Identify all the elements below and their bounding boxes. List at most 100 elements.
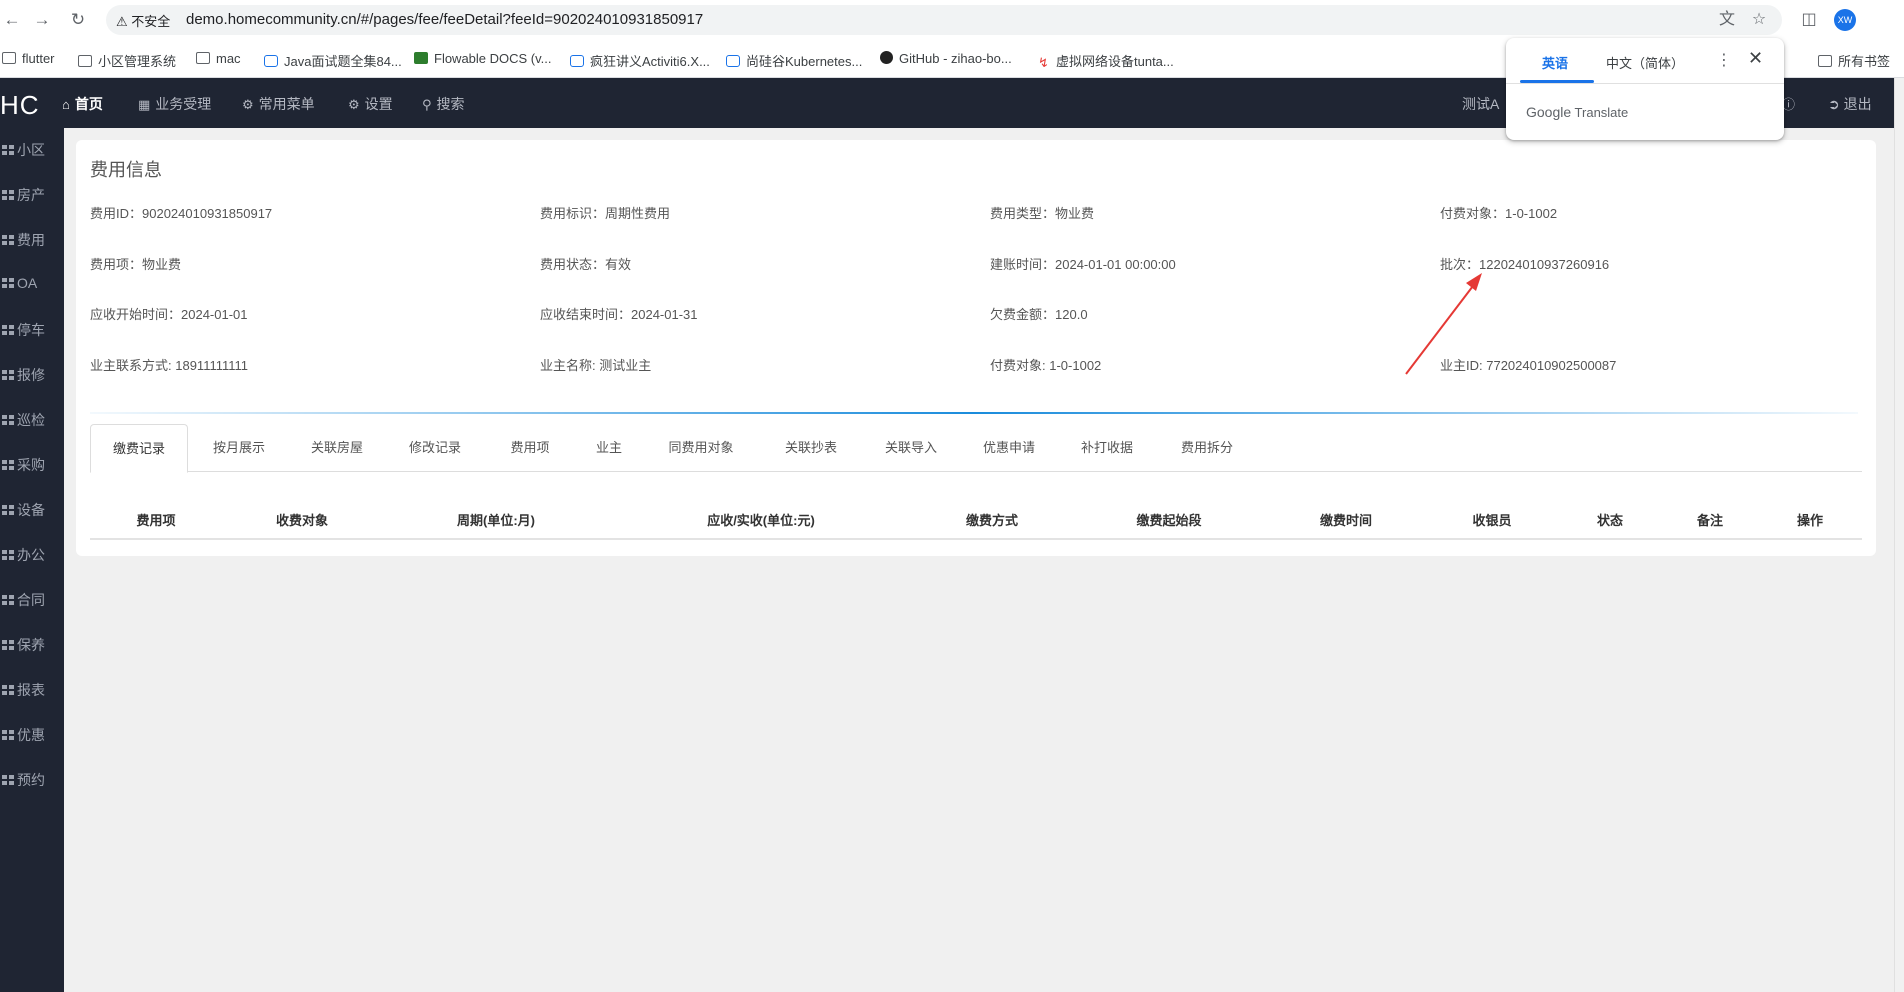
tab-same-payer[interactable]: 同费用对象 bbox=[646, 424, 756, 472]
forward-button[interactable]: → bbox=[30, 8, 54, 32]
translate-button[interactable]: 文 bbox=[1716, 9, 1738, 31]
all-bookmarks[interactable]: 所有书签 bbox=[1818, 51, 1890, 70]
fee-detail-card: 费用信息 费用ID：902024010931850917 费用标识：周期性费用 … bbox=[76, 140, 1876, 556]
sidebar-item-maintenance[interactable]: 保养 bbox=[0, 635, 64, 675]
bolt-icon: ↯ bbox=[1038, 55, 1049, 70]
url-text[interactable]: demo.homecommunity.cn/#/pages/fee/feeDet… bbox=[186, 11, 703, 28]
tab-fee-items[interactable]: 费用项 bbox=[490, 424, 570, 472]
side-panel-button[interactable]: ◫ bbox=[1798, 9, 1820, 31]
tab-related-rooms[interactable]: 关联房屋 bbox=[290, 424, 384, 472]
sidebar: 小区 房产 费用 OA 停车 报修 巡检 采购 设备 办公 合同 保养 报表 优… bbox=[0, 128, 64, 992]
grid-icon bbox=[2, 235, 14, 245]
th-cycle[interactable]: 周期(单位:月) bbox=[457, 510, 535, 529]
tab-change-log[interactable]: 修改记录 bbox=[388, 424, 482, 472]
th-remark[interactable]: 备注 bbox=[1697, 510, 1723, 529]
reload-icon: ↻ bbox=[70, 10, 86, 29]
more-options-icon[interactable]: ⋮ bbox=[1716, 50, 1732, 70]
sidebar-item-community[interactable]: 小区 bbox=[0, 140, 64, 180]
sidebar-item-oa[interactable]: OA bbox=[0, 275, 64, 315]
bookmark-activiti[interactable]: 疯狂讲义Activiti6.X... bbox=[570, 51, 710, 70]
tab-payment-records[interactable]: 缴费记录 bbox=[90, 424, 188, 473]
sidebar-item-reports[interactable]: 报表 bbox=[0, 680, 64, 720]
nav-search[interactable]: ⚲ 搜索 bbox=[422, 94, 465, 114]
grid-icon bbox=[2, 730, 14, 740]
translate-icon: 文 bbox=[1718, 11, 1735, 28]
address-bar[interactable]: ⚠ 不安全 demo.homecommunity.cn/#/pages/fee/… bbox=[106, 5, 1782, 35]
th-cashier[interactable]: 收银员 bbox=[1472, 510, 1511, 529]
side-panel-icon: ◫ bbox=[1801, 11, 1817, 28]
tab-reprint-receipt[interactable]: 补打收据 bbox=[1060, 424, 1154, 472]
flowable-icon bbox=[414, 52, 428, 64]
translate-target-lang[interactable]: 中文（简体） bbox=[1606, 53, 1684, 72]
bookmark-flutter[interactable]: flutter bbox=[2, 51, 55, 66]
grid-icon bbox=[2, 640, 14, 650]
info-payer-2: 付费对象: 1-0-1002 bbox=[990, 358, 1102, 373]
grid-icon bbox=[2, 550, 14, 560]
bookmark-community[interactable]: 小区管理系统 bbox=[78, 51, 176, 70]
section-divider bbox=[90, 412, 1858, 414]
th-pay-method[interactable]: 缴费方式 bbox=[966, 510, 1018, 529]
bookmark-tuntap[interactable]: ↯ 虚拟网络设备tunta... bbox=[1038, 51, 1174, 70]
sidebar-item-property[interactable]: 房产 bbox=[0, 185, 64, 225]
bookmark-star-button[interactable]: ☆ bbox=[1748, 9, 1770, 31]
sidebar-item-reservation[interactable]: 预约 bbox=[0, 770, 64, 810]
app-logo[interactable]: HC bbox=[0, 90, 40, 121]
tab-meter-reading[interactable]: 关联抄表 bbox=[764, 424, 858, 472]
bookmark-java[interactable]: Java面试题全集84... bbox=[264, 51, 402, 70]
logout-button[interactable]: ➲ 退出 bbox=[1828, 94, 1872, 114]
tab-owner[interactable]: 业主 bbox=[578, 424, 640, 472]
grid-icon bbox=[2, 595, 14, 605]
th-payer[interactable]: 收费对象 bbox=[276, 510, 328, 529]
star-icon: ☆ bbox=[1751, 11, 1767, 28]
back-button[interactable]: ← bbox=[0, 8, 24, 32]
th-pay-time[interactable]: 缴费时间 bbox=[1320, 510, 1372, 529]
tab-discount-apply[interactable]: 优惠申请 bbox=[962, 424, 1056, 472]
tab-monthly[interactable]: 按月展示 bbox=[192, 424, 286, 472]
bilibili-icon bbox=[570, 55, 584, 67]
grid-icon bbox=[2, 775, 14, 785]
th-actions[interactable]: 操作 bbox=[1797, 510, 1823, 529]
sidebar-item-purchase[interactable]: 采购 bbox=[0, 455, 64, 495]
folder-icon bbox=[196, 52, 210, 64]
bookmark-kubernetes[interactable]: 尚硅谷Kubernetes... bbox=[726, 51, 862, 70]
sidebar-item-office[interactable]: 办公 bbox=[0, 545, 64, 585]
gear-icon: ⚙ bbox=[348, 97, 360, 112]
info-created-time: 建账时间：2024-01-01 00:00:00 bbox=[990, 257, 1176, 272]
bookmark-flowable[interactable]: Flowable DOCS (v... bbox=[414, 51, 552, 66]
th-status[interactable]: 状态 bbox=[1597, 510, 1623, 529]
tab-fee-split[interactable]: 费用拆分 bbox=[1160, 424, 1254, 472]
user-menu[interactable]: 测试A bbox=[1462, 94, 1499, 114]
bookmark-github[interactable]: GitHub - zihao-bo... bbox=[880, 51, 1012, 66]
grid-icon bbox=[2, 460, 14, 470]
arrow-left-icon: ← bbox=[3, 10, 21, 29]
info-owner-name: 业主名称: 测试业主 bbox=[540, 358, 652, 373]
grid-icon bbox=[2, 278, 14, 288]
nav-common-menu[interactable]: ⚙ 常用菜单 bbox=[242, 94, 315, 114]
sidebar-item-inspection[interactable]: 巡检 bbox=[0, 410, 64, 450]
sidebar-item-discount[interactable]: 优惠 bbox=[0, 725, 64, 765]
sidebar-item-contract[interactable]: 合同 bbox=[0, 590, 64, 630]
info-fee-item: 费用项：物业费 bbox=[90, 257, 182, 272]
nav-business[interactable]: ▦ 业务受理 bbox=[138, 94, 211, 114]
tab-related-import[interactable]: 关联导入 bbox=[864, 424, 958, 472]
close-icon[interactable]: ✕ bbox=[1748, 48, 1763, 69]
sidebar-item-fee[interactable]: 费用 bbox=[0, 230, 64, 270]
th-amount[interactable]: 应收/实收(单位:元) bbox=[707, 510, 815, 529]
bookmark-mac[interactable]: mac bbox=[196, 51, 241, 66]
security-indicator[interactable]: ⚠ 不安全 bbox=[116, 11, 170, 30]
profile-avatar[interactable]: XW bbox=[1834, 9, 1856, 31]
sidebar-item-parking[interactable]: 停车 bbox=[0, 320, 64, 360]
search-icon: ⚲ bbox=[422, 97, 432, 112]
google-translate-brand: Google Translate bbox=[1526, 104, 1629, 120]
sidebar-item-equipment[interactable]: 设备 bbox=[0, 500, 64, 540]
nav-home[interactable]: ⌂ 首页 bbox=[62, 94, 103, 114]
sidebar-item-repair[interactable]: 报修 bbox=[0, 365, 64, 405]
nav-settings[interactable]: ⚙ 设置 bbox=[348, 94, 393, 114]
reload-button[interactable]: ↻ bbox=[66, 8, 90, 32]
page-scrollbar[interactable] bbox=[1894, 78, 1904, 992]
th-fee-item[interactable]: 费用项 bbox=[136, 510, 175, 529]
folder-icon bbox=[78, 55, 92, 67]
th-pay-period[interactable]: 缴费起始段 bbox=[1136, 510, 1201, 529]
translate-source-lang[interactable]: 英语 bbox=[1542, 53, 1568, 72]
folder-icon bbox=[2, 52, 16, 64]
